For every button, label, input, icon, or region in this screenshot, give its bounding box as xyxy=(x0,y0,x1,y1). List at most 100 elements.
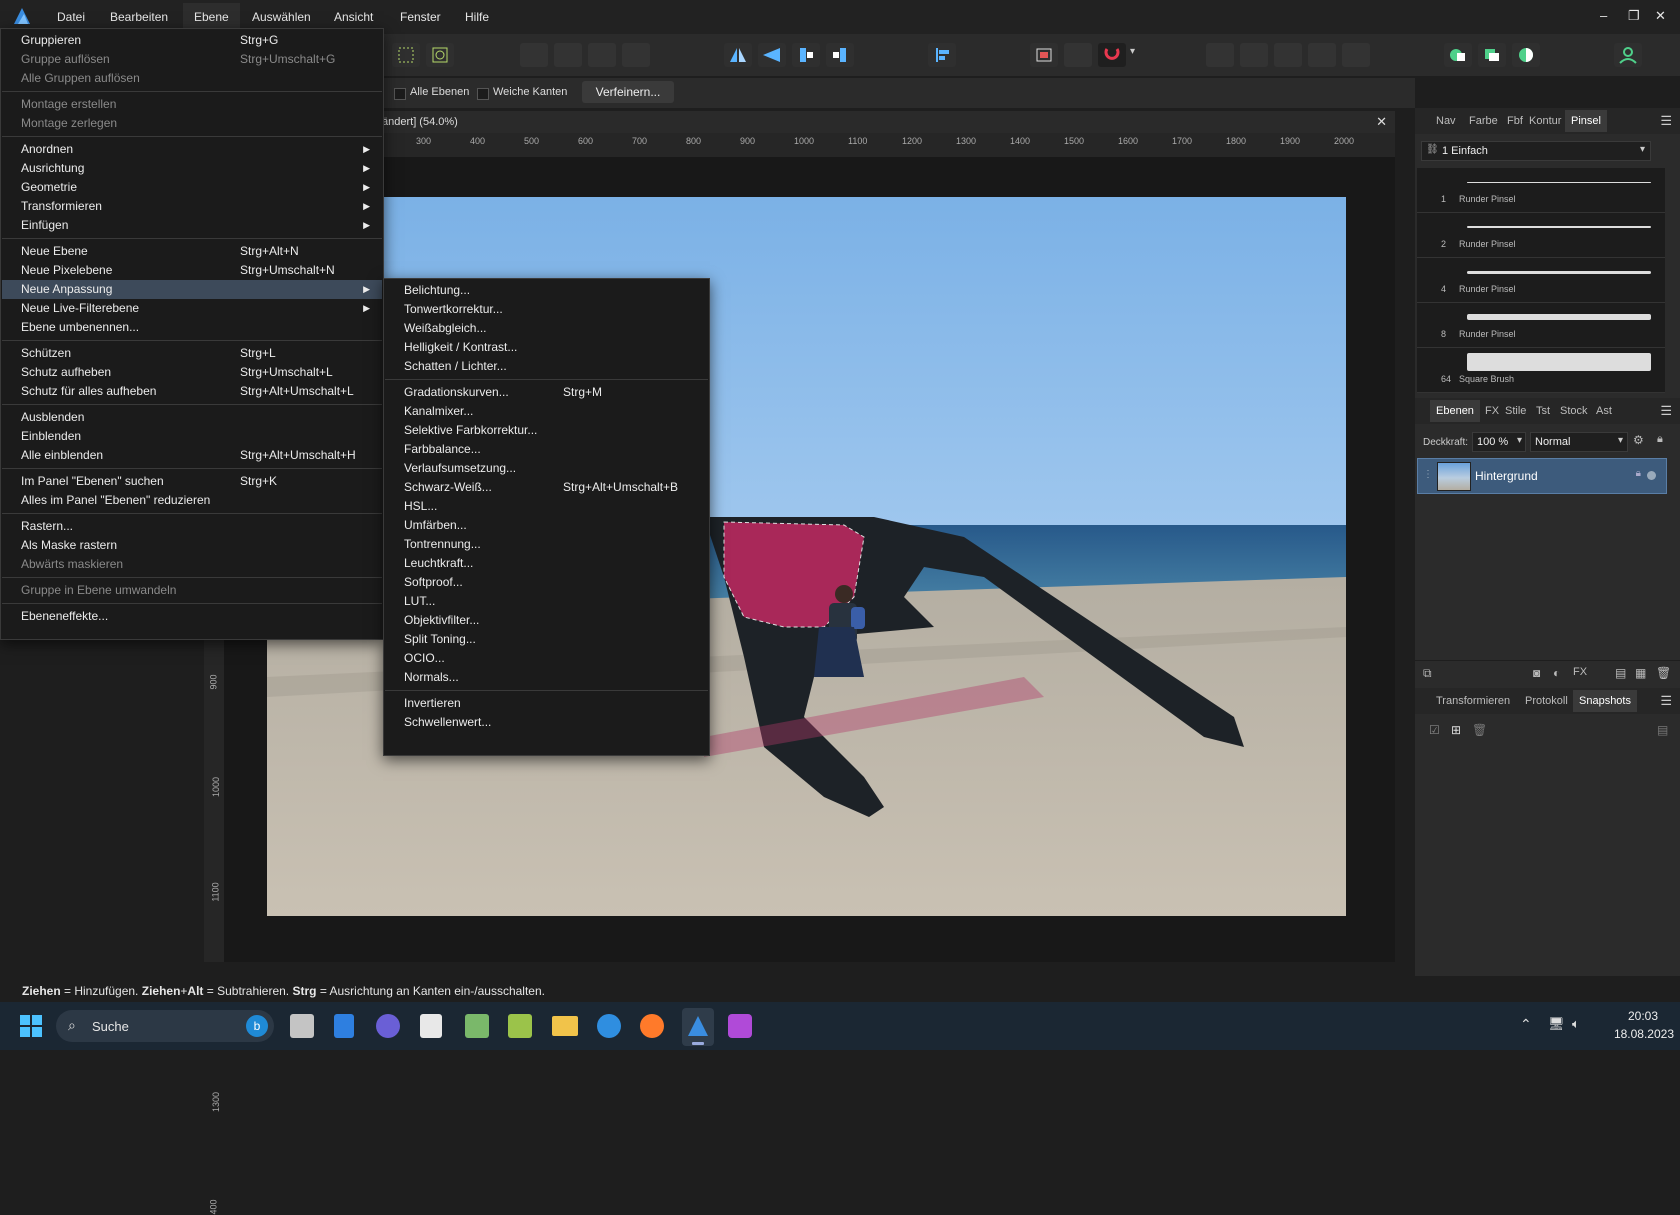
gear-icon[interactable]: ⚙ xyxy=(1633,433,1644,447)
ebene-menu-item[interactable]: Alles im Panel "Ebenen" reduzieren xyxy=(2,491,382,510)
ebene-menu-item[interactable]: Ebeneneffekte... xyxy=(2,607,382,626)
anpassung-menu-item[interactable]: HSL... xyxy=(385,497,708,516)
arrange-2-icon[interactable] xyxy=(554,43,582,67)
mask-layer-icon[interactable]: ◙ xyxy=(1533,666,1540,680)
opacity-field[interactable]: 100 % ▾ xyxy=(1472,432,1526,452)
add-layer-icon[interactable]: ▤ xyxy=(1615,666,1626,680)
tab-pinsel[interactable]: Pinsel xyxy=(1565,110,1607,132)
tab-kontur[interactable]: Kontur xyxy=(1529,115,1561,127)
ebene-menu-item[interactable]: Gruppe in Ebene umwandeln xyxy=(2,581,382,600)
ebene-menu-item[interactable]: Gruppe auflösen Strg+Umschalt+G xyxy=(2,50,382,69)
firefox-icon[interactable] xyxy=(640,1014,664,1038)
anpassung-menu-item[interactable]: LUT... xyxy=(385,592,708,611)
mail-icon[interactable] xyxy=(597,1014,621,1038)
anpassung-menu-item[interactable]: Verlaufsumsetzung... xyxy=(385,459,708,478)
tab-fbf[interactable]: Fbf xyxy=(1507,115,1523,127)
ebene-menu-item[interactable]: Alle einblenden Strg+Alt+Umschalt+H xyxy=(2,446,382,465)
ebene-menu-item[interactable]: Neue Live-Filterebene ▶ xyxy=(2,299,382,318)
boolean-4-icon[interactable] xyxy=(1308,43,1336,67)
anpassung-menu-item[interactable]: Softproof... xyxy=(385,573,708,592)
snapping-option-icon[interactable] xyxy=(1064,43,1092,67)
ebene-menu-item[interactable]: Geometrie ▶ xyxy=(2,178,382,197)
boolean-1-icon[interactable] xyxy=(1206,43,1234,67)
menu-auswaehlen[interactable]: Auswählen xyxy=(252,10,311,24)
affinity-photo-taskbar-icon[interactable] xyxy=(682,1008,714,1046)
word-icon[interactable] xyxy=(334,1014,354,1038)
menu-bearbeiten[interactable]: Bearbeiten xyxy=(110,10,168,24)
arrange-1-icon[interactable] xyxy=(520,43,548,67)
anpassung-menu-item[interactable]: Invertieren xyxy=(385,694,708,713)
layers-menu-icon[interactable]: ☰ xyxy=(1660,403,1672,419)
snapping-magnet-icon[interactable] xyxy=(1098,43,1126,67)
snapshot-list-icon[interactable]: ▤ xyxy=(1657,723,1668,737)
ebene-menu-item[interactable]: Neue Ebene Strg+Alt+N xyxy=(2,242,382,261)
tab-stile[interactable]: Stile xyxy=(1505,405,1526,417)
all-layers-checkbox[interactable] xyxy=(394,88,406,100)
affinity-photo-logo-icon[interactable] xyxy=(12,6,32,26)
brush-category-select[interactable]: ⛓ 1 Einfach ▾ xyxy=(1421,141,1651,161)
anpassung-menu-item[interactable]: Objektivfilter... xyxy=(385,611,708,630)
task-view-icon[interactable] xyxy=(290,1014,314,1038)
ebene-menu-item[interactable]: Alle Gruppen auflösen xyxy=(2,69,382,88)
document-tab[interactable]: ändert] (54.0%) ✕ xyxy=(380,111,1395,133)
add-snapshot-icon[interactable]: ⊞ xyxy=(1451,723,1461,737)
notepad-icon[interactable] xyxy=(420,1014,442,1038)
anpassung-menu-item[interactable]: Helligkeit / Kontrast... xyxy=(385,338,708,357)
ebene-menu-item[interactable]: Einfügen ▶ xyxy=(2,216,382,235)
blend-mode-select[interactable]: Normal ▾ xyxy=(1530,432,1628,452)
spreadsheet-icon[interactable] xyxy=(508,1014,532,1038)
select-grid-icon[interactable] xyxy=(392,43,420,67)
anpassung-menu-item[interactable]: Weißabgleich... xyxy=(385,319,708,338)
tab-snapshots[interactable]: Snapshots xyxy=(1573,690,1637,712)
anpassung-menu-item[interactable]: Schatten / Lichter... xyxy=(385,357,708,376)
ebene-menu-item[interactable]: Transformieren ▶ xyxy=(2,197,382,216)
document-close-icon[interactable]: ✕ xyxy=(1376,114,1387,130)
anpassung-menu-item[interactable]: Umfärben... xyxy=(385,516,708,535)
layer-copy-icon[interactable]: ⧉ xyxy=(1423,666,1432,681)
ebene-menu-item[interactable]: Ausblenden xyxy=(2,408,382,427)
adjustment-layer-icon[interactable]: ◐ xyxy=(1553,666,1560,680)
ebene-menu-item[interactable]: Neue Anpassung ▶ xyxy=(2,280,382,299)
panel-menu-icon[interactable]: ☰ xyxy=(1660,113,1672,129)
tab-tst[interactable]: Tst xyxy=(1536,405,1550,417)
layer-lock-icon[interactable]: 🔒︎ xyxy=(1636,468,1641,479)
persona-user-icon[interactable] xyxy=(1614,43,1642,67)
anpassung-menu-item[interactable]: Schwarz-Weiß... Strg+Alt+Umschalt+B xyxy=(385,478,708,497)
trash-icon[interactable]: 🗑︎ xyxy=(1656,666,1671,680)
ebene-menu-item[interactable]: Schutz für alles aufheben Strg+Alt+Umscha… xyxy=(2,382,382,401)
anpassung-menu-item[interactable]: Kanalmixer... xyxy=(385,402,708,421)
ebene-menu-item[interactable]: Schutz aufheben Strg+Umschalt+L xyxy=(2,363,382,382)
menu-ansicht[interactable]: Ansicht xyxy=(334,10,373,24)
brush-preset[interactable]: 2 Runder Pinsel xyxy=(1417,213,1665,258)
bing-icon[interactable]: b xyxy=(246,1015,268,1037)
tab-ast[interactable]: Ast xyxy=(1596,405,1612,417)
tab-protokoll[interactable]: Protokoll xyxy=(1525,695,1568,707)
lock-icon[interactable]: 🔒︎ xyxy=(1657,433,1663,446)
ebene-menu-item[interactable]: Gruppieren Strg+G xyxy=(2,31,382,50)
anpassung-menu-item[interactable]: Split Toning... xyxy=(385,630,708,649)
snapping-dropdown-icon[interactable]: ▾ xyxy=(1130,46,1135,57)
ebene-menu-item[interactable]: Ebene umbenennen... xyxy=(2,318,382,337)
ebene-menu-item[interactable]: Im Panel "Ebenen" suchen Strg+K xyxy=(2,472,382,491)
delete-snapshot-icon[interactable]: 🗑︎ xyxy=(1472,723,1487,737)
boolean-5-icon[interactable] xyxy=(1342,43,1370,67)
brush-preset[interactable]: 64 Square Brush xyxy=(1417,348,1665,393)
tab-fx[interactable]: FX xyxy=(1485,405,1499,417)
snapping-grid-icon[interactable] xyxy=(1030,43,1058,67)
clock-date[interactable]: 18.08.2023 xyxy=(1604,1027,1674,1041)
tab-farbe[interactable]: Farbe xyxy=(1469,115,1498,127)
tray-chevron-up-icon[interactable]: ⌃ xyxy=(1520,1016,1532,1033)
teams-icon[interactable] xyxy=(376,1014,400,1038)
close-icon[interactable]: ✕ xyxy=(1655,8,1666,24)
align-icon[interactable] xyxy=(928,43,956,67)
anpassung-menu-item[interactable]: Leuchtkraft... xyxy=(385,554,708,573)
affinity-designer-taskbar-icon[interactable] xyxy=(728,1014,752,1038)
layer-visibility-icon[interactable] xyxy=(1647,471,1656,480)
anpassung-menu-item[interactable]: Tonwertkorrektur... xyxy=(385,300,708,319)
rotate-left-icon[interactable] xyxy=(792,43,820,67)
restore-icon[interactable]: ❐ xyxy=(1628,8,1640,24)
flip-vertical-icon[interactable] xyxy=(758,43,786,67)
menu-hilfe[interactable]: Hilfe xyxy=(465,10,489,24)
ebene-menu-item[interactable]: Montage erstellen xyxy=(2,95,382,114)
brush-preset[interactable]: 1 Runder Pinsel xyxy=(1417,168,1665,213)
